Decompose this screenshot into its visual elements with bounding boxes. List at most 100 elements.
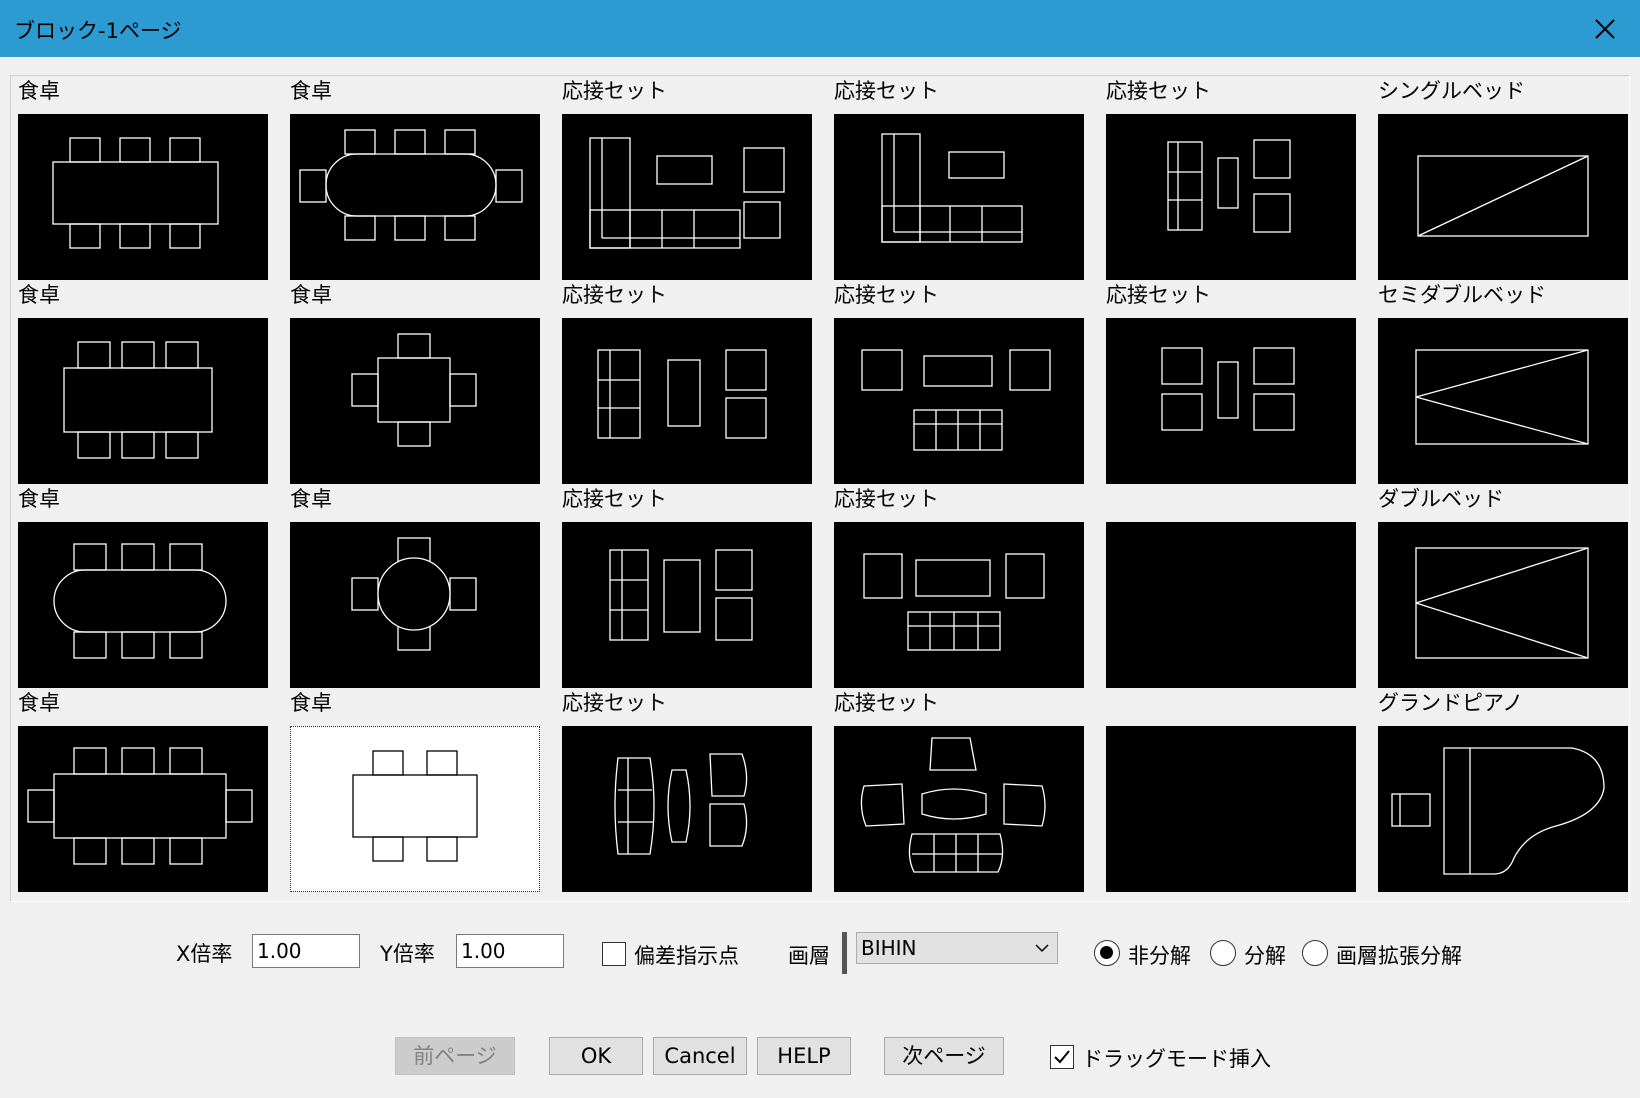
chevron-down-icon: [1035, 944, 1049, 953]
block-label: 食卓: [18, 283, 60, 307]
block-cell-dining-table[interactable]: 食卓: [18, 688, 270, 892]
block-thumbnail[interactable]: [1106, 522, 1356, 688]
block-label: セミダブルベッド: [1378, 283, 1546, 307]
cancel-button[interactable]: Cancel: [653, 1037, 747, 1075]
block-cell-sofa-set[interactable]: 応接セット: [1106, 76, 1358, 280]
block-thumbnail[interactable]: [562, 522, 812, 688]
block-label: 食卓: [290, 691, 332, 715]
block-label: 応接セット: [562, 283, 667, 307]
drag-mode-checkbox[interactable]: [1050, 1045, 1074, 1069]
block-thumbnail[interactable]: [834, 726, 1084, 892]
close-icon: [1595, 18, 1615, 39]
layer-label: 画層: [788, 944, 830, 968]
block-label: 応接セット: [834, 283, 939, 307]
window-title: ブロック-1ページ: [14, 19, 182, 43]
block-thumbnail[interactable]: [1378, 522, 1628, 688]
offset-point-label: 偏差指示点: [634, 944, 739, 968]
block-label: 食卓: [290, 283, 332, 307]
block-label: 応接セット: [562, 79, 667, 103]
prev-page-button[interactable]: 前ページ: [395, 1037, 515, 1075]
block-label: 応接セット: [834, 487, 939, 511]
block-label: 食卓: [290, 79, 332, 103]
block-label: グランドピアノ: [1378, 691, 1524, 715]
block-cell-dining-table[interactable]: 食卓: [18, 484, 270, 688]
block-thumbnail[interactable]: [1106, 114, 1356, 280]
block-cell-dining-table[interactable]: 食卓: [290, 688, 542, 892]
block-cell-sofa-set[interactable]: 応接セット: [834, 76, 1086, 280]
block-cell-dining-table[interactable]: 食卓: [290, 484, 542, 688]
block-thumbnail[interactable]: [1106, 318, 1356, 484]
radio-explode-label: 分解: [1244, 944, 1286, 968]
block-label: ダブルベッド: [1378, 487, 1504, 511]
x-scale-label: X倍率: [176, 942, 233, 966]
block-thumbnail[interactable]: [1378, 114, 1628, 280]
block-thumbnail-selected[interactable]: [290, 726, 540, 892]
block-cell-bed[interactable]: セミダブルベッド: [1378, 280, 1630, 484]
block-cell-dining-table[interactable]: 食卓: [290, 76, 542, 280]
block-label: 応接セット: [1106, 79, 1211, 103]
layer-select-value: BIHIN: [861, 936, 917, 960]
y-scale-label: Y倍率: [380, 942, 435, 966]
block-label: シングルベッド: [1378, 79, 1525, 103]
block-thumbnail[interactable]: [18, 522, 268, 688]
block-thumbnail[interactable]: [1378, 726, 1628, 892]
block-label: 食卓: [18, 487, 60, 511]
block-thumbnail[interactable]: [834, 114, 1084, 280]
block-thumbnail[interactable]: [18, 114, 268, 280]
block-label: 食卓: [18, 691, 60, 715]
block-cell-bed[interactable]: シングルベッド: [1378, 76, 1630, 280]
block-thumbnail[interactable]: [290, 114, 540, 280]
block-cell-dining-table[interactable]: 食卓: [18, 76, 270, 280]
block-thumbnail[interactable]: [834, 318, 1084, 484]
block-thumbnail[interactable]: [290, 522, 540, 688]
drag-mode-label: ドラッグモード挿入: [1082, 1047, 1271, 1071]
block-label: 応接セット: [834, 691, 939, 715]
block-thumbnail[interactable]: [290, 318, 540, 484]
block-thumbnail[interactable]: [562, 318, 812, 484]
radio-no-explode-label: 非分解: [1128, 944, 1191, 968]
block-cell-sofa-set[interactable]: 応接セット: [1106, 280, 1358, 484]
block-cell-empty[interactable]: [1106, 688, 1358, 892]
block-cell-bed[interactable]: ダブルベッド: [1378, 484, 1630, 688]
block-grid: 食卓 食卓 応接セット 応接セット 応接セット シングルベッド 食卓 食卓 応接…: [10, 75, 1630, 902]
block-label: 応接セット: [1106, 283, 1211, 307]
block-cell-sofa-set[interactable]: 応接セット: [834, 688, 1086, 892]
radio-no-explode[interactable]: [1094, 940, 1120, 966]
block-cell-sofa-set[interactable]: 応接セット: [562, 688, 814, 892]
title-bar: ブロック-1ページ: [0, 0, 1640, 57]
block-thumbnail[interactable]: [562, 726, 812, 892]
block-label: 食卓: [290, 487, 332, 511]
x-scale-input[interactable]: [252, 934, 360, 968]
block-cell-dining-table[interactable]: 食卓: [18, 280, 270, 484]
help-button[interactable]: HELP: [757, 1037, 851, 1075]
next-page-button[interactable]: 次ページ: [884, 1037, 1004, 1075]
checkmark-icon: [1054, 1050, 1070, 1064]
block-cell-sofa-set[interactable]: 応接セット: [562, 76, 814, 280]
block-label: 応接セット: [562, 691, 667, 715]
radio-layer-explode[interactable]: [1302, 940, 1328, 966]
block-cell-sofa-set[interactable]: 応接セット: [834, 280, 1086, 484]
block-thumbnail[interactable]: [1106, 726, 1356, 892]
block-label: 食卓: [18, 79, 60, 103]
block-cell-sofa-set[interactable]: 応接セット: [562, 484, 814, 688]
offset-point-checkbox[interactable]: [602, 942, 626, 966]
radio-layer-explode-label: 画層拡張分解: [1336, 944, 1462, 968]
radio-explode[interactable]: [1210, 940, 1236, 966]
block-thumbnail[interactable]: [1378, 318, 1628, 484]
block-thumbnail[interactable]: [834, 522, 1084, 688]
block-cell-grand-piano[interactable]: グランドピアノ: [1378, 688, 1630, 892]
block-label: 応接セット: [562, 487, 667, 511]
ok-button[interactable]: OK: [549, 1037, 643, 1075]
close-button[interactable]: [1570, 0, 1640, 57]
block-cell-empty[interactable]: [1106, 484, 1358, 688]
block-thumbnail[interactable]: [18, 318, 268, 484]
block-cell-sofa-set[interactable]: 応接セット: [562, 280, 814, 484]
block-thumbnail[interactable]: [18, 726, 268, 892]
block-label: 応接セット: [834, 79, 939, 103]
layer-select[interactable]: BIHIN: [856, 932, 1058, 964]
block-thumbnail[interactable]: [562, 114, 812, 280]
block-cell-sofa-set[interactable]: 応接セット: [834, 484, 1086, 688]
y-scale-input[interactable]: [456, 934, 564, 968]
layer-color-swatch: [842, 932, 847, 974]
block-cell-dining-table[interactable]: 食卓: [290, 280, 542, 484]
